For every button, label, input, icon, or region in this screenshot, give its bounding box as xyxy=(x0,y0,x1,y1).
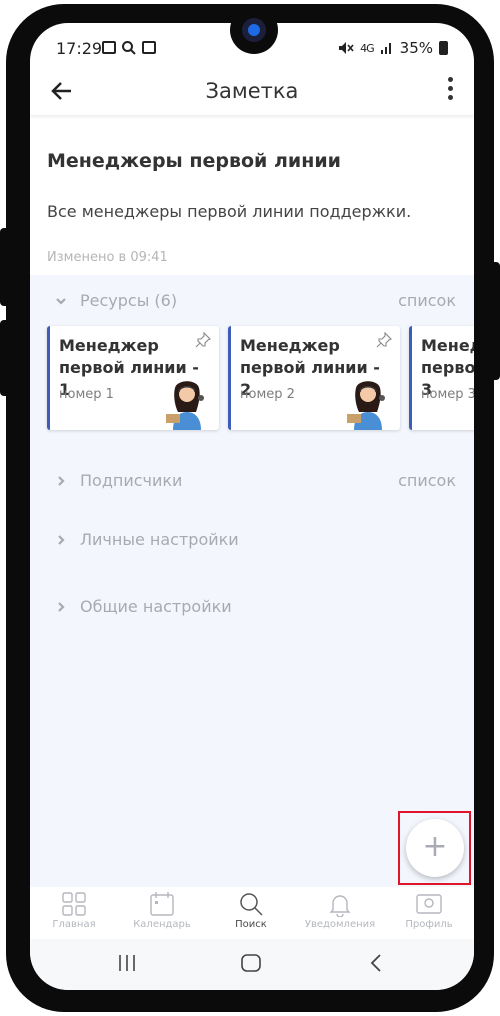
nav-label: Поиск xyxy=(235,919,267,930)
nav-label: Профиль xyxy=(405,919,453,930)
section-view-mode[interactable]: список xyxy=(398,291,456,310)
network-type: 4G xyxy=(360,41,374,55)
phone-frame: 17:29 4G 35% Заметка Менеджеры первой ли… xyxy=(0,0,500,1016)
nav-notifications[interactable]: Уведомления xyxy=(300,891,380,930)
card-number: номер 2 xyxy=(240,387,295,402)
section-view-mode[interactable]: список xyxy=(398,471,456,490)
search-status-icon xyxy=(122,41,136,55)
page-title: Заметка xyxy=(205,79,299,103)
mute-icon xyxy=(339,42,354,54)
section-general-settings[interactable]: Общие настройки xyxy=(30,597,474,623)
nav-label: Календарь xyxy=(133,919,191,930)
operator-avatar-icon xyxy=(347,381,385,430)
back-nav-icon[interactable] xyxy=(362,951,392,975)
more-menu-icon[interactable] xyxy=(446,77,454,105)
status-time: 17:29 xyxy=(56,39,103,58)
nav-label: Уведомления xyxy=(304,919,376,930)
section-label: Ресурсы (6) xyxy=(80,291,178,310)
chevron-right-icon xyxy=(58,602,65,612)
grid-icon xyxy=(62,892,86,916)
nav-search[interactable]: Поиск xyxy=(211,891,291,930)
battery-icon xyxy=(439,41,448,55)
pin-icon[interactable] xyxy=(376,332,392,348)
section-label: Подписчики xyxy=(80,471,183,490)
nav-profile[interactable]: Профиль xyxy=(389,891,469,930)
home-button-icon[interactable] xyxy=(236,951,266,975)
section-label: Личные настройки xyxy=(80,530,239,549)
nav-calendar[interactable]: Календарь xyxy=(122,891,202,930)
status-right: 4G 35% xyxy=(338,39,448,57)
resource-card[interactable]: Менеджер первой линии - 2 номер 2 xyxy=(228,326,400,430)
pin-icon[interactable] xyxy=(195,332,211,348)
card-number: номер 3 xyxy=(421,387,474,402)
gallery-icon xyxy=(102,41,116,54)
add-button[interactable]: + xyxy=(406,819,464,877)
recent-apps-icon[interactable] xyxy=(112,951,142,975)
section-label: Общие настройки xyxy=(80,597,232,616)
app-notification-icon xyxy=(142,41,156,54)
system-nav-bar xyxy=(30,939,474,990)
signal-icon xyxy=(380,43,391,54)
app-bar: Заметка xyxy=(30,69,474,115)
chevron-right-icon xyxy=(58,476,65,486)
plus-icon: + xyxy=(422,829,448,864)
section-personal-settings[interactable]: Личные настройки xyxy=(30,530,474,556)
bottom-nav: Главная Календарь Поиск Уведомления Проф… xyxy=(30,887,474,939)
chevron-right-icon xyxy=(58,535,65,545)
bell-icon xyxy=(329,895,351,917)
front-camera-icon xyxy=(230,6,278,54)
section-subscribers[interactable]: Подписчики список xyxy=(30,471,474,497)
nav-label: Главная xyxy=(52,919,96,930)
profile-card-icon xyxy=(416,894,442,914)
card-number: номер 1 xyxy=(59,387,114,402)
search-icon xyxy=(240,893,263,916)
section-resources[interactable]: Ресурсы (6) список xyxy=(30,291,474,317)
changed-timestamp: Изменено в 09:41 xyxy=(47,250,168,265)
battery-percent: 35% xyxy=(399,39,433,57)
nav-home[interactable]: Главная xyxy=(34,891,114,930)
operator-avatar-icon xyxy=(166,381,204,430)
resource-card[interactable]: Менеджер первой линии - 1 номер 1 xyxy=(47,326,219,430)
chevron-down-icon xyxy=(56,298,66,305)
note-description: Все менеджеры первой линии поддержки. xyxy=(47,202,412,221)
resource-card[interactable]: Менеджер первой линии - 3 номер 3 xyxy=(409,326,474,430)
calendar-icon xyxy=(150,892,174,916)
note-title: Менеджеры первой линии xyxy=(47,150,341,172)
screen: 17:29 4G 35% Заметка Менеджеры первой ли… xyxy=(30,23,474,990)
